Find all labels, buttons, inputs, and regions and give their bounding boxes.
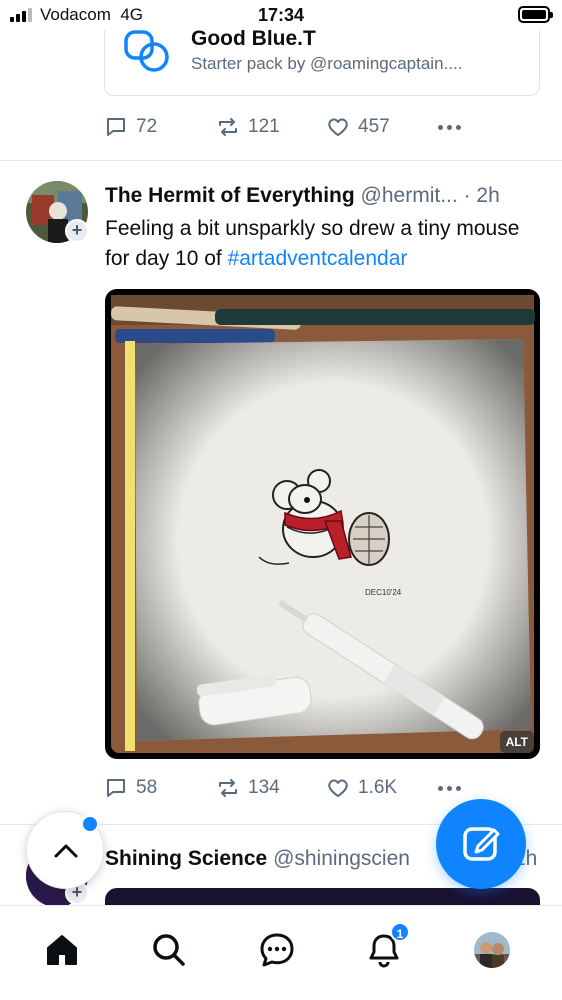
post-text: Feeling a bit unsparkly so drew a tiny m… xyxy=(105,217,520,270)
search-icon xyxy=(153,934,185,966)
nav-profile[interactable] xyxy=(470,928,514,972)
like-count: 457 xyxy=(358,116,390,137)
reply-button[interactable]: 72 xyxy=(104,115,216,139)
status-bar: Vodacom 4G 17:34 xyxy=(0,0,562,30)
author-handle[interactable]: @shiningscien xyxy=(273,847,410,870)
mouse-drawing-photo: DEC10'24 xyxy=(111,295,535,753)
starter-pack-icon xyxy=(124,30,169,72)
repost-icon xyxy=(219,118,237,136)
like-button[interactable]: 1.6K xyxy=(326,776,438,800)
compose-button[interactable] xyxy=(436,799,526,889)
post-header: The Hermit of Everything @hermit... · 2h xyxy=(105,184,545,208)
post-time: · 2h xyxy=(463,184,500,207)
author-name[interactable]: Shining Science xyxy=(105,847,267,870)
chat-icon xyxy=(260,933,294,967)
repost-button[interactable]: 134 xyxy=(216,776,326,800)
repost-count: 134 xyxy=(248,777,280,798)
compose-icon xyxy=(463,827,500,861)
author-handle[interactable]: @hermit... xyxy=(361,184,458,207)
starter-pack-subtitle: Starter pack by @roamingcaptain.... xyxy=(191,54,463,73)
more-options-icon[interactable] xyxy=(438,785,461,791)
like-count: 1.6K xyxy=(358,777,398,798)
reply-icon xyxy=(107,779,125,797)
battery-icon xyxy=(518,6,553,23)
nav-chat[interactable] xyxy=(255,928,299,972)
svg-text:DEC10'24: DEC10'24 xyxy=(365,588,402,597)
nav-home[interactable] xyxy=(40,928,84,972)
heart-icon xyxy=(328,779,348,797)
like-button[interactable]: 457 xyxy=(326,115,438,139)
clock: 17:34 xyxy=(257,5,305,25)
post-image[interactable]: DEC10'24 ALT xyxy=(105,289,540,759)
divider xyxy=(0,160,562,161)
reply-count: 72 xyxy=(136,116,158,137)
more-options-icon[interactable] xyxy=(438,124,461,130)
nav-search[interactable] xyxy=(147,928,191,972)
repost-button[interactable]: 121 xyxy=(216,115,326,139)
follow-plus-icon[interactable]: + xyxy=(65,219,89,243)
reply-icon xyxy=(107,118,125,136)
repost-count: 121 xyxy=(248,116,280,137)
notification-badge: 1 xyxy=(390,922,410,942)
starter-pack-title: Good Blue.T xyxy=(191,27,316,50)
hashtag-link[interactable]: #artadventcalendar xyxy=(228,247,408,270)
reply-count: 58 xyxy=(136,777,158,798)
new-posts-indicator xyxy=(81,815,99,833)
heart-icon xyxy=(328,118,348,136)
repost-icon xyxy=(219,779,237,797)
post1-actions: 72 121 457 xyxy=(104,112,544,142)
alt-text-badge[interactable]: ALT xyxy=(499,731,534,753)
reply-button[interactable]: 58 xyxy=(104,776,216,800)
author-name[interactable]: The Hermit of Everything xyxy=(105,184,355,207)
bottom-navigation: 1 xyxy=(0,905,562,1000)
home-icon xyxy=(47,935,77,965)
profile-avatar xyxy=(474,932,510,968)
